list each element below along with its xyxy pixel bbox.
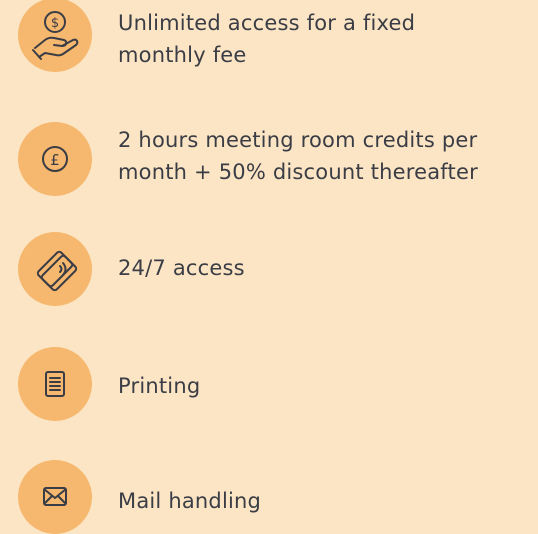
svg-text:£: £ [50,151,60,169]
document-icon [18,347,92,421]
feature-label: 24/7 access [118,256,245,280]
feature-label: Mail handling [118,489,262,513]
svg-text:$: $ [51,16,59,31]
hand-dollar-coin-icon: $ [18,0,92,72]
envelope-icon [18,460,92,534]
feature-label: Unlimited access for a fixed monthly fee [118,11,416,67]
pound-coin-icon: £ [18,122,92,196]
access-card-icon [18,232,92,306]
feature-label: Printing [118,374,201,398]
feature-label: 2 hours meeting room credits per month +… [118,128,478,184]
